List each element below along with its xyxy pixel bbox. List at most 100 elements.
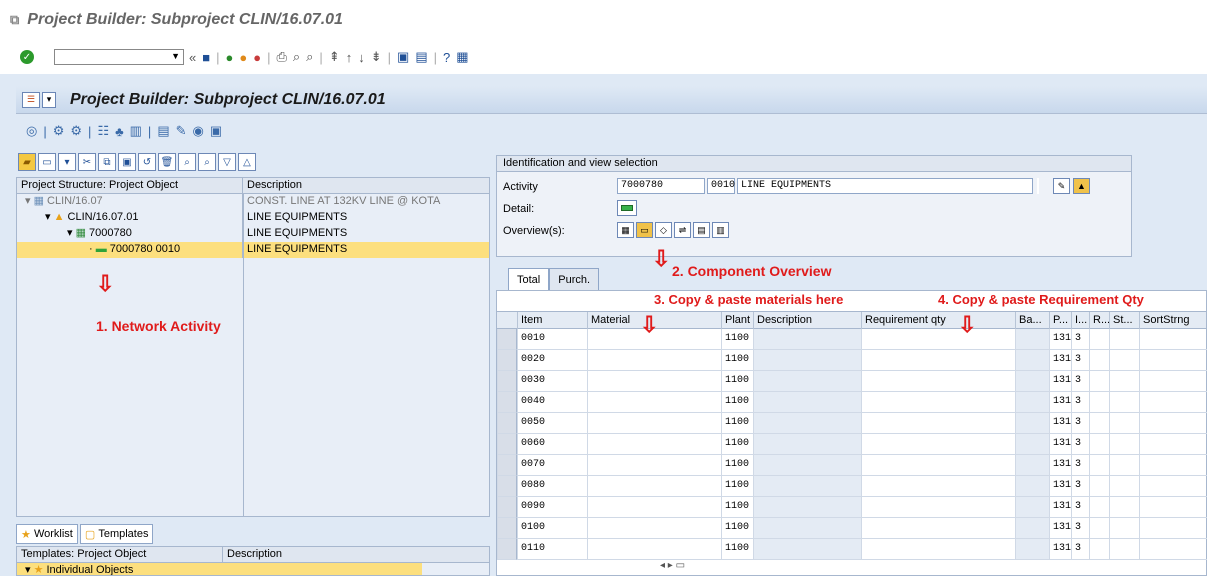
next-page-icon[interactable]: ↓ — [357, 50, 366, 65]
cell-requirement-qty[interactable] — [861, 518, 1015, 539]
edit-long-text-icon[interactable]: ✎ — [1053, 178, 1070, 194]
command-field[interactable]: ▼ — [54, 49, 184, 65]
help-icon[interactable]: ? — [442, 50, 451, 65]
cell-requirement-qty[interactable] — [861, 476, 1015, 497]
cell-requirement-qty[interactable] — [861, 371, 1015, 392]
col-st[interactable]: St... — [1109, 312, 1139, 330]
history-icon[interactable]: « — [188, 50, 197, 65]
tree-row-wbs[interactable]: ▾ ▲ CLIN/16.07.01 LINE EQUIPMENTS — [17, 210, 489, 226]
expand-icon[interactable]: ▽ — [218, 153, 236, 171]
table-row[interactable]: 0050 1100 131 3 — [497, 413, 1207, 434]
operation-field[interactable]: 0010 — [707, 178, 735, 194]
table-row[interactable]: 0080 1100 131 3 — [497, 476, 1207, 497]
document-overview-icon[interactable]: ▥ — [712, 222, 729, 238]
cell-material[interactable] — [587, 497, 721, 518]
cell-material[interactable] — [587, 392, 721, 413]
find-icon[interactable]: ⌕ — [292, 49, 301, 65]
table-row[interactable]: 0010 1100 131 3 — [497, 329, 1207, 350]
cell-material[interactable] — [587, 476, 721, 497]
save-icon[interactable]: ■ — [201, 50, 211, 65]
row-selector[interactable] — [497, 392, 517, 413]
row-selector[interactable] — [497, 518, 517, 539]
cell-requirement-qty[interactable] — [861, 329, 1015, 350]
cell-requirement-qty[interactable] — [861, 539, 1015, 560]
unlink-icon[interactable]: ⚙ — [70, 123, 82, 139]
tree-header-description[interactable]: Description — [243, 178, 489, 193]
find-icon[interactable]: ⌕ — [178, 153, 196, 171]
first-page-icon[interactable]: ⇞ — [328, 49, 341, 65]
cell-material[interactable] — [587, 455, 721, 476]
row-selector[interactable] — [497, 329, 517, 350]
activity-overview-icon[interactable]: ▦ — [617, 222, 634, 238]
link-icon[interactable]: ⚙ — [53, 123, 65, 139]
cell-requirement-qty[interactable] — [861, 413, 1015, 434]
col-i[interactable]: I... — [1071, 312, 1089, 330]
milestone-overview-icon[interactable]: ◇ — [655, 222, 672, 238]
dropdown-icon[interactable]: ▾ — [58, 153, 76, 171]
expand-arrow-icon[interactable]: ▾ — [25, 195, 34, 207]
tab-purch[interactable]: Purch. — [549, 268, 600, 290]
col-r[interactable]: R... — [1089, 312, 1109, 330]
expand-arrow-icon[interactable]: ▾ — [67, 227, 76, 239]
col-item[interactable]: Item — [517, 312, 585, 330]
col-base-unit[interactable]: Ba... — [1015, 312, 1049, 330]
row-selector[interactable] — [497, 350, 517, 371]
expand-arrow-icon[interactable]: ▾ — [45, 211, 54, 223]
activity-detail-icon[interactable] — [617, 200, 637, 216]
glasses-icon[interactable]: ◎ — [26, 123, 37, 139]
cell-requirement-qty[interactable] — [861, 455, 1015, 476]
tree-row-project[interactable]: ▾ ▦ CLIN/16.07 CONST. LINE AT 132KV LINE… — [17, 194, 489, 210]
templates-tab[interactable]: ▢ Templates — [79, 524, 154, 544]
row-selector[interactable] — [497, 371, 517, 392]
row-selector[interactable] — [497, 434, 517, 455]
templates-header-object[interactable]: Templates: Project Object — [17, 547, 223, 562]
shortcut-icon[interactable]: ▤ — [414, 49, 428, 65]
tab-total[interactable]: Total — [508, 268, 550, 290]
find-next-icon[interactable]: ⌕ — [305, 49, 314, 65]
graphic-icon[interactable]: ▥ — [130, 123, 142, 139]
print-icon[interactable]: ⎙ — [275, 49, 287, 65]
enter-icon[interactable]: ✓ — [20, 50, 34, 64]
menu-icon[interactable]: ☰ — [22, 91, 40, 108]
structure-icon[interactable]: ♣ — [115, 124, 124, 139]
tree-row-network[interactable]: ▾ ▦ 7000780 LINE EQUIPMENTS — [17, 226, 489, 242]
undo-icon[interactable]: ↺ — [138, 153, 156, 171]
table-row[interactable]: 0020 1100 131 3 — [497, 350, 1207, 371]
row-selector[interactable] — [497, 455, 517, 476]
cut-icon[interactable]: ✂ — [78, 153, 96, 171]
cell-material[interactable] — [587, 518, 721, 539]
chevron-down-icon[interactable]: ▼ — [171, 51, 180, 61]
col-sortstrng[interactable]: SortStrng — [1139, 312, 1207, 330]
expand-arrow-icon[interactable]: ▾ — [25, 564, 34, 575]
new-session-icon[interactable]: ▣ — [396, 49, 410, 65]
component-overview-icon[interactable]: ▭ — [636, 222, 653, 238]
col-p[interactable]: P... — [1049, 312, 1071, 330]
exit-icon[interactable]: ● — [238, 50, 248, 65]
find-next-icon[interactable]: ⌕ — [198, 153, 216, 171]
cell-material[interactable] — [587, 413, 721, 434]
cell-material[interactable] — [587, 434, 721, 455]
previous-page-icon[interactable]: ↑ — [345, 50, 354, 65]
table-row[interactable]: 0060 1100 131 3 — [497, 434, 1207, 455]
collapse-icon[interactable]: △ — [238, 153, 256, 171]
settings-icon[interactable]: ▣ — [210, 123, 222, 139]
dates-icon[interactable]: ▤ — [157, 123, 169, 139]
paste-icon[interactable]: ▣ — [118, 153, 136, 171]
image-icon[interactable]: ▲ — [1073, 178, 1090, 194]
row-selector[interactable] — [497, 413, 517, 434]
cell-requirement-qty[interactable] — [861, 497, 1015, 518]
horizontal-scroll[interactable]: ◂ ▸ ▭ — [660, 560, 685, 571]
cell-material[interactable] — [587, 539, 721, 560]
network-field[interactable]: 7000780 — [617, 178, 705, 194]
cell-requirement-qty[interactable] — [861, 434, 1015, 455]
activity-text-field[interactable]: LINE EQUIPMENTS — [737, 178, 1033, 194]
worklist-tab[interactable]: ★ Worklist — [16, 524, 78, 544]
cell-requirement-qty[interactable] — [861, 392, 1015, 413]
table-row[interactable]: 0030 1100 131 3 — [497, 371, 1207, 392]
tree-header-object[interactable]: Project Structure: Project Object — [17, 178, 243, 193]
col-requirement-qty[interactable]: Requirement qty — [861, 312, 1015, 330]
back-icon[interactable]: ● — [224, 50, 234, 65]
customize-layout-icon[interactable]: ▦ — [455, 49, 469, 65]
table-row[interactable]: 0090 1100 131 3 — [497, 497, 1207, 518]
last-page-icon[interactable]: ⇟ — [370, 49, 383, 65]
